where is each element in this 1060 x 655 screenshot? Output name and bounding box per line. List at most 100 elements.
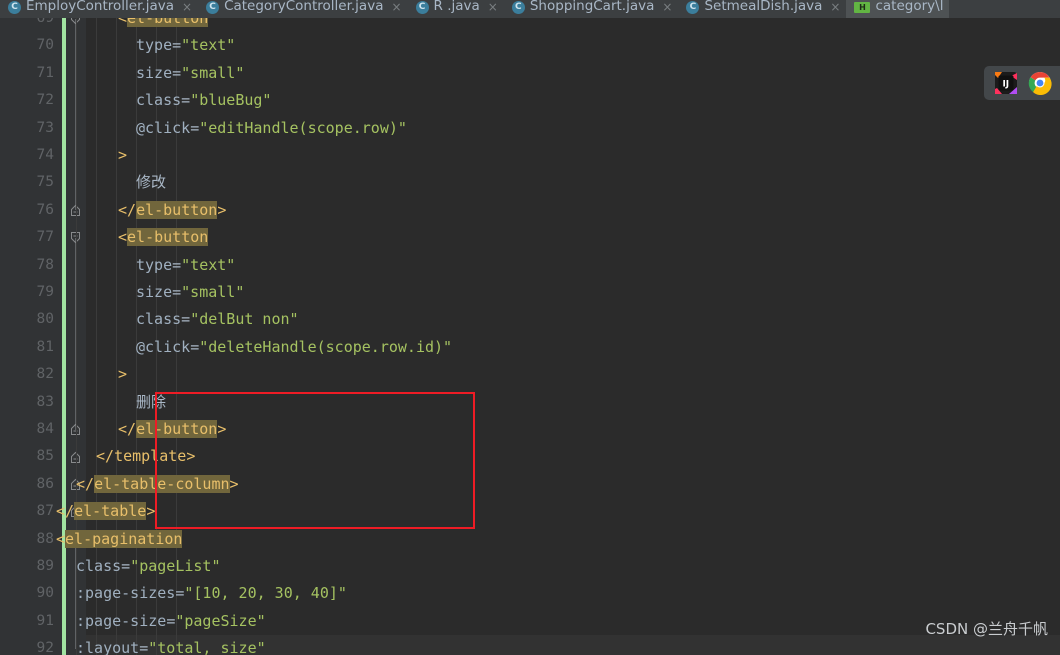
code-token: "editHandle(scope.row)" bbox=[199, 118, 407, 137]
code-token: > bbox=[229, 474, 239, 493]
code-token: el-button bbox=[127, 18, 209, 27]
code-token: el-button bbox=[127, 228, 209, 247]
close-icon[interactable]: × bbox=[830, 1, 840, 13]
code-token: > bbox=[217, 200, 227, 219]
code-line[interactable]: > bbox=[118, 142, 127, 169]
code-line[interactable]: 修改 bbox=[136, 169, 166, 196]
line-number: 90 bbox=[36, 585, 54, 602]
editor-tab-label: ShoppingCart.java bbox=[529, 0, 655, 15]
code-token: type bbox=[136, 255, 173, 274]
code-line[interactable]: 删除 bbox=[136, 389, 166, 416]
code-token: 删除 bbox=[136, 392, 167, 411]
code-line[interactable]: > bbox=[118, 361, 127, 388]
line-number: 92 bbox=[36, 640, 54, 655]
app-dock[interactable]: IJ bbox=[984, 66, 1060, 100]
intellij-idea-icon[interactable]: IJ bbox=[994, 71, 1018, 95]
line-number: 82 bbox=[36, 366, 54, 383]
code-line[interactable]: class="pageList" bbox=[76, 553, 221, 580]
code-line[interactable]: size="small" bbox=[136, 279, 244, 306]
code-token: > bbox=[118, 146, 128, 164]
code-line[interactable]: @click="deleteHandle(scope.row.id)" bbox=[136, 334, 452, 361]
html-file-icon: H bbox=[854, 1, 871, 13]
java-class-icon: C bbox=[8, 0, 21, 14]
code-token: = bbox=[172, 36, 182, 55]
line-number: 78 bbox=[36, 256, 54, 273]
line-number: 80 bbox=[36, 311, 54, 328]
line-number: 83 bbox=[36, 393, 54, 410]
line-number: 73 bbox=[36, 119, 54, 136]
editor-gutter[interactable]: 69 70 71 72 73 74 75 76 77 78 79 80 81 82 83 84 85 86 87 88… bbox=[0, 18, 62, 655]
code-token: < bbox=[118, 228, 128, 247]
code-line[interactable]: @click="editHandle(scope.row)" bbox=[136, 115, 407, 142]
code-line[interactable]: <el-pagination bbox=[56, 526, 183, 553]
code-line[interactable]: :page-sizes="[10, 20, 30, 40]" bbox=[76, 580, 347, 607]
code-token: "small" bbox=[181, 63, 245, 82]
code-token: "text" bbox=[181, 255, 236, 274]
line-number: 89 bbox=[36, 558, 54, 574]
line-number: 86 bbox=[36, 475, 54, 492]
code-token: < bbox=[118, 18, 128, 27]
line-number: 69 bbox=[36, 18, 54, 26]
code-token: el-button bbox=[136, 420, 218, 438]
line-number: 88 bbox=[36, 530, 54, 547]
code-token: el-table-column bbox=[94, 474, 230, 493]
code-token: class bbox=[76, 557, 122, 575]
code-text-area[interactable]: <el-button type="text" size="small" class="… bbox=[56, 18, 1060, 655]
close-icon[interactable]: × bbox=[662, 1, 672, 13]
code-line[interactable]: </el-table-column> bbox=[76, 471, 239, 498]
close-icon[interactable]: × bbox=[391, 1, 401, 13]
code-line[interactable]: class="delBut non" bbox=[136, 306, 299, 333]
code-line[interactable]: size="small" bbox=[136, 60, 244, 87]
line-number: 79 bbox=[36, 284, 54, 300]
code-line[interactable]: type="text" bbox=[136, 32, 235, 59]
editor-tab-label: CategoryController.java bbox=[224, 0, 384, 15]
code-line[interactable]: :page-size="pageSize" bbox=[76, 608, 266, 635]
code-editor[interactable]: 69 70 71 72 73 74 75 76 77 78 79 80 81 82 83 84 85 86 87 88… bbox=[0, 18, 1060, 655]
code-token: size bbox=[136, 63, 173, 82]
code-line[interactable]: type="text" bbox=[136, 252, 235, 279]
code-token: = bbox=[172, 63, 182, 82]
code-token: = bbox=[172, 255, 182, 274]
editor-tab-1[interactable]: C CategoryController.java × bbox=[198, 0, 407, 18]
code-token: </ bbox=[118, 200, 137, 219]
code-token: = bbox=[181, 91, 191, 110]
editor-tab-label: SetmealDish.java bbox=[704, 0, 823, 15]
code-line[interactable]: class="blueBug" bbox=[136, 87, 271, 114]
svg-text:IJ: IJ bbox=[1002, 80, 1009, 90]
editor-tab-bar: C EmployController.java × C CategoryControll… bbox=[0, 0, 1060, 18]
code-token: template bbox=[114, 447, 187, 466]
code-token: </ bbox=[118, 420, 137, 438]
code-token: = bbox=[121, 557, 131, 575]
csdn-watermark: CSDN @兰舟千帆 bbox=[925, 620, 1048, 638]
editor-tab-4[interactable]: C SetmealDish.java × bbox=[678, 0, 846, 18]
line-number: 76 bbox=[36, 201, 54, 218]
code-token: :layout bbox=[76, 639, 140, 655]
close-icon[interactable]: × bbox=[488, 1, 498, 13]
java-class-icon: C bbox=[206, 0, 220, 14]
code-line[interactable]: <el-button bbox=[118, 18, 209, 32]
code-token: class bbox=[136, 91, 182, 110]
editor-tab-label: category\l bbox=[875, 0, 944, 15]
line-number: 77 bbox=[36, 229, 54, 246]
close-icon[interactable]: × bbox=[182, 1, 192, 13]
code-token: "small" bbox=[181, 283, 245, 301]
code-line[interactable]: <el-button bbox=[118, 224, 209, 251]
code-line[interactable]: </template> bbox=[96, 443, 195, 470]
code-token: "blueBug" bbox=[190, 91, 272, 110]
code-token: "pageList" bbox=[130, 557, 221, 575]
code-line[interactable]: </el-button> bbox=[118, 197, 226, 224]
line-number: 74 bbox=[36, 147, 54, 163]
editor-tab-5[interactable]: Hcategory\l bbox=[846, 0, 950, 18]
java-class-icon: C bbox=[686, 0, 700, 14]
line-number: 85 bbox=[36, 448, 54, 465]
editor-tab-3[interactable]: C ShoppingCart.java × bbox=[504, 0, 679, 18]
editor-tab-0[interactable]: C EmployController.java × bbox=[0, 0, 198, 18]
line-number: 70 bbox=[36, 37, 54, 54]
code-line[interactable]: </el-button> bbox=[118, 416, 226, 443]
code-token: > bbox=[146, 502, 156, 521]
code-token: </ bbox=[76, 474, 95, 493]
code-line[interactable]: :layout="total, size" bbox=[76, 635, 266, 655]
google-chrome-icon[interactable] bbox=[1028, 71, 1052, 95]
editor-tab-2[interactable]: C R .java × bbox=[408, 0, 504, 18]
code-line[interactable]: </el-table> bbox=[56, 498, 155, 525]
